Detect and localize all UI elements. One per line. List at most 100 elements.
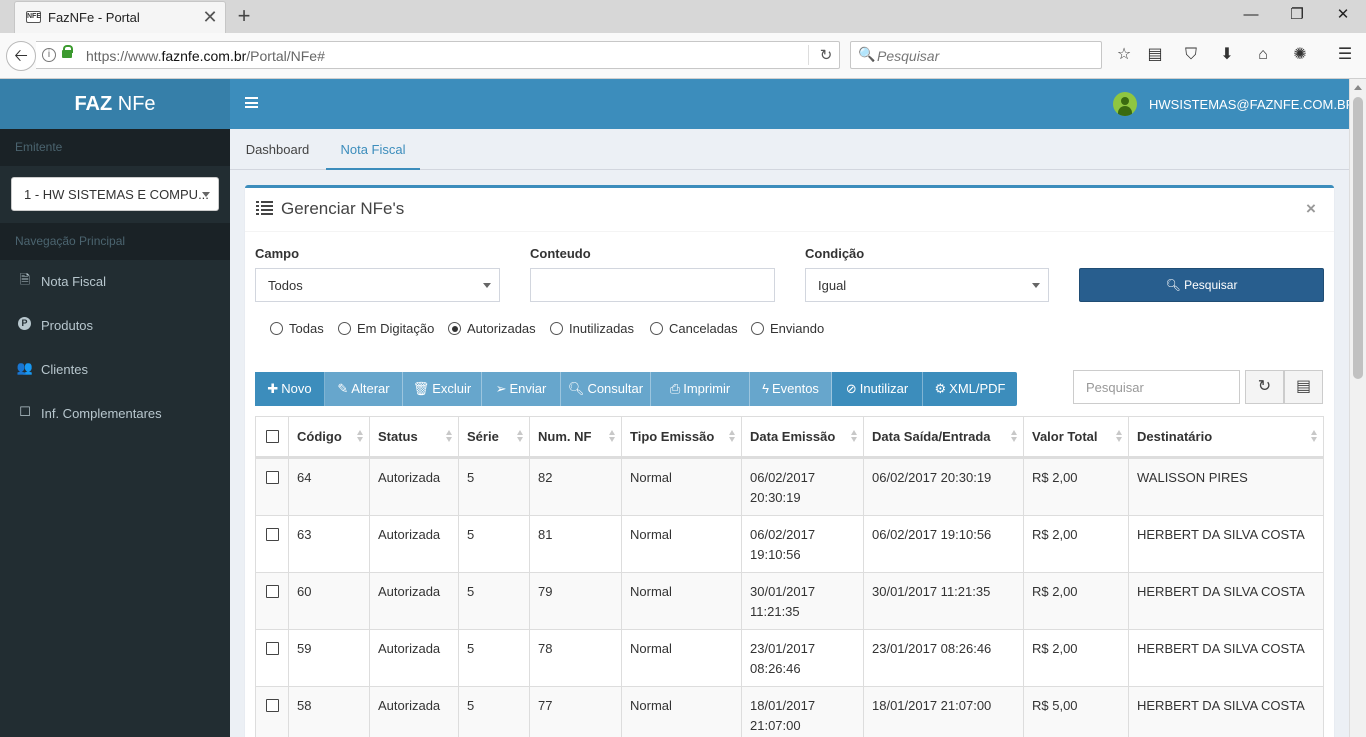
consultar-button[interactable]: 🔍︎ Consultar bbox=[561, 372, 651, 406]
refresh-button[interactable]: ↻ bbox=[1245, 370, 1284, 404]
reload-icon[interactable]: ↻ bbox=[816, 46, 836, 64]
sort-icon bbox=[609, 430, 616, 443]
user-email[interactable]: HWSISTEMAS@FAZNFE.COM.BR bbox=[1149, 97, 1355, 112]
pencil-icon: ✎ bbox=[337, 381, 349, 396]
menu-icon[interactable]: ☰ bbox=[1334, 44, 1356, 66]
home-icon[interactable]: ⌂ bbox=[1252, 44, 1274, 66]
cell-tipo: Normal bbox=[622, 573, 742, 630]
col-header-tipo-emissao[interactable]: Tipo Emissão bbox=[622, 417, 742, 456]
product-icon: P bbox=[18, 317, 31, 330]
radio-label: Todas bbox=[289, 321, 324, 336]
consultar-label: Consultar bbox=[587, 381, 644, 396]
table-row[interactable]: 64 Autorizada 5 82 Normal 06/02/2017 20:30:19 0… bbox=[256, 458, 1323, 516]
scroll-up-icon[interactable] bbox=[1354, 85, 1362, 90]
table-row[interactable]: 59 Autorizada 5 78 Normal 23/01/2017 08:26:46 2… bbox=[256, 629, 1323, 687]
col-header-destinatario[interactable]: Destinatário bbox=[1129, 417, 1323, 456]
novo-button[interactable]: ✚ Novo bbox=[255, 372, 325, 406]
radio-circle-checked[interactable] bbox=[448, 322, 461, 335]
condicao-select[interactable]: Igual bbox=[805, 268, 1049, 302]
emitente-header: Emitente bbox=[0, 129, 230, 166]
window-close-icon[interactable]: ✕ bbox=[1328, 4, 1358, 26]
col-header-codigo[interactable]: Código bbox=[289, 417, 370, 456]
ban-icon: ⊘ bbox=[845, 381, 857, 396]
tab-dashboard[interactable]: Dashboard bbox=[230, 129, 325, 170]
cell-data-emissao: 06/02/2017 19:10:56 bbox=[742, 516, 864, 573]
page-scrollbar[interactable] bbox=[1349, 79, 1366, 737]
cell-status: Autorizada bbox=[370, 573, 459, 630]
campo-select[interactable]: Todos bbox=[255, 268, 500, 302]
minimize-icon[interactable]: — bbox=[1236, 4, 1266, 26]
select-all-checkbox[interactable] bbox=[266, 430, 279, 443]
scrollbar-thumb[interactable] bbox=[1353, 97, 1363, 379]
col-header-data-emissao[interactable]: Data Emissão bbox=[742, 417, 864, 456]
row-checkbox[interactable] bbox=[266, 471, 279, 484]
radio-circle[interactable] bbox=[650, 322, 663, 335]
row-checkbox[interactable] bbox=[266, 699, 279, 712]
sidebar-item-clientes[interactable]: 👥 Clientes bbox=[0, 347, 230, 391]
campo-label: Campo bbox=[255, 246, 300, 261]
row-checkbox[interactable] bbox=[266, 528, 279, 541]
cell-codigo: 64 bbox=[289, 459, 370, 516]
col-header-valor-total[interactable]: Valor Total bbox=[1024, 417, 1129, 456]
excluir-button[interactable]: 🗑︎ Excluir bbox=[403, 372, 482, 406]
sidebar-item-produtos[interactable]: P Produtos bbox=[0, 303, 230, 347]
radio-circle[interactable] bbox=[270, 322, 283, 335]
reading-list-icon[interactable]: ▤ bbox=[1144, 44, 1166, 66]
cell-valor: R$ 2,00 bbox=[1024, 516, 1129, 573]
close-tab-icon[interactable]: ✕ bbox=[201, 7, 219, 27]
imprimir-button[interactable]: ⎙ Imprimir bbox=[651, 372, 750, 406]
url-bar[interactable]: i https://www.faznfe.com.br/Portal/NFe# … bbox=[36, 41, 840, 69]
new-tab-icon[interactable]: + bbox=[232, 3, 256, 29]
cell-tipo: Normal bbox=[622, 459, 742, 516]
col-header-num-nf[interactable]: Num. NF bbox=[530, 417, 622, 456]
download-icon[interactable]: ⬇ bbox=[1216, 44, 1238, 66]
emission-time: 08:26:46 bbox=[750, 661, 801, 676]
sidebar-toggle-icon[interactable] bbox=[245, 97, 258, 108]
row-checkbox[interactable] bbox=[266, 585, 279, 598]
url-text[interactable]: https://www.faznfe.com.br/Portal/NFe# bbox=[86, 48, 325, 64]
nfe-table: Código Status Série Num. NF Tipo Emissão… bbox=[255, 416, 1324, 737]
cell-tipo: Normal bbox=[622, 516, 742, 573]
tab-nota-fiscal[interactable]: Nota Fiscal bbox=[326, 129, 420, 170]
sidebar-item-inf-complementares[interactable]: ☐ Inf. Complementares bbox=[0, 391, 230, 435]
cell-destinatario: WALISSON PIRES bbox=[1137, 470, 1248, 485]
radio-circle[interactable] bbox=[338, 322, 351, 335]
bookmark-star-icon[interactable]: ☆ bbox=[1113, 44, 1135, 66]
emission-time: 19:10:56 bbox=[750, 547, 801, 562]
col-header-serie[interactable]: Série bbox=[459, 417, 530, 456]
extension-icon[interactable]: ✺ bbox=[1289, 44, 1311, 66]
eventos-button[interactable]: ϟ Eventos bbox=[750, 372, 832, 406]
pesquisar-button[interactable]: 🔍︎ Pesquisar bbox=[1079, 268, 1324, 302]
sidebar-item-nota-fiscal[interactable]: 🗎 Nota Fiscal bbox=[0, 259, 230, 303]
brand-logo[interactable]: FAZ NFe bbox=[0, 79, 230, 129]
columns-button[interactable]: ▤ bbox=[1284, 370, 1323, 404]
emitente-select[interactable]: 1 - HW SISTEMAS E COMPU... bbox=[11, 177, 219, 211]
radio-circle[interactable] bbox=[550, 322, 563, 335]
xml-pdf-button[interactable]: ⚙ XML/PDF bbox=[923, 372, 1017, 406]
col-header-status[interactable]: Status bbox=[370, 417, 459, 456]
user-avatar-icon[interactable] bbox=[1113, 92, 1137, 116]
nav-header: Navegação Principal bbox=[0, 223, 230, 260]
row-checkbox[interactable] bbox=[266, 642, 279, 655]
col-header-data-saida[interactable]: Data Saída/Entrada bbox=[864, 417, 1024, 456]
inutilizar-button[interactable]: ⊘ Inutilizar bbox=[832, 372, 923, 406]
col-label: Data Saída/Entrada bbox=[872, 429, 991, 444]
cell-serie: 5 bbox=[459, 573, 530, 630]
browser-search-input[interactable]: 🔍 Pesquisar bbox=[850, 41, 1102, 69]
close-icon[interactable]: × bbox=[1306, 199, 1316, 219]
enviar-button[interactable]: ➢ Enviar bbox=[482, 372, 561, 406]
row-select-cell bbox=[256, 630, 289, 687]
table-row[interactable]: 60 Autorizada 5 79 Normal 30/01/2017 11:21:35 3… bbox=[256, 572, 1323, 630]
radio-circle[interactable] bbox=[751, 322, 764, 335]
conteudo-input[interactable] bbox=[530, 268, 775, 302]
table-row[interactable]: 58 Autorizada 5 77 Normal 18/01/2017 21:07:00 1… bbox=[256, 686, 1323, 737]
browser-tab[interactable]: NFE FazNFe - Portal ✕ bbox=[14, 1, 226, 33]
back-button[interactable]: 🡠 bbox=[6, 41, 36, 71]
restore-icon[interactable]: ❐ bbox=[1282, 4, 1312, 26]
pocket-icon[interactable]: ⛉ bbox=[1180, 44, 1202, 66]
table-search-input[interactable]: Pesquisar bbox=[1073, 370, 1240, 404]
info-icon[interactable]: i bbox=[42, 48, 56, 62]
table-row[interactable]: 63 Autorizada 5 81 Normal 06/02/2017 19:10:56 0… bbox=[256, 515, 1323, 573]
alterar-button[interactable]: ✎ Alterar bbox=[325, 372, 403, 406]
emission-date: 06/02/2017 bbox=[750, 527, 816, 542]
